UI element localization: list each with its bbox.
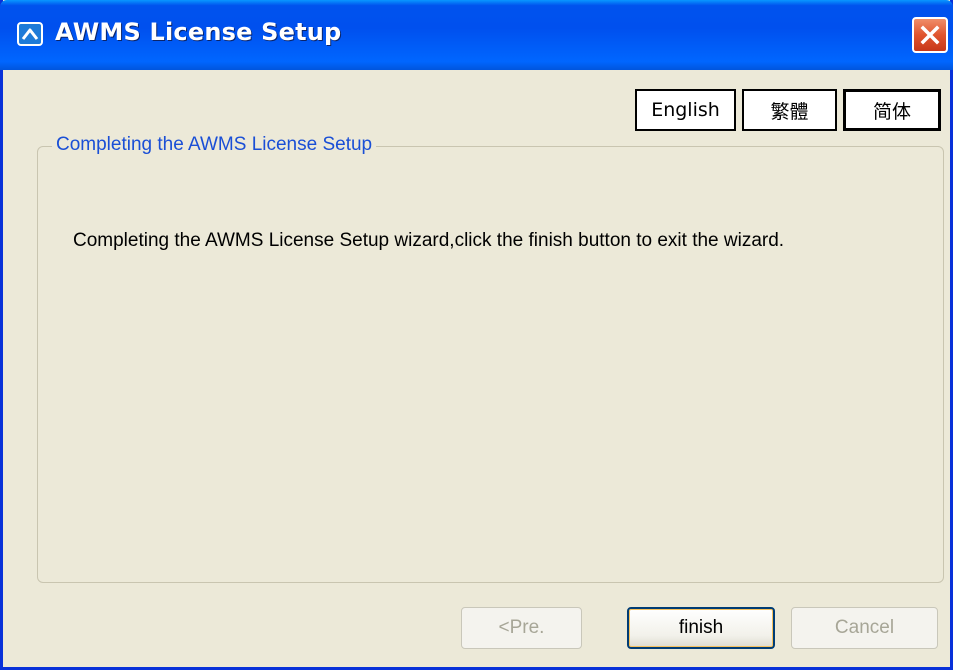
window-title: AWMS License Setup xyxy=(55,18,342,46)
group-legend: Completing the AWMS License Setup xyxy=(52,133,377,157)
app-icon xyxy=(17,22,43,46)
completion-message: Completing the AWMS License Setup wizard… xyxy=(73,230,785,251)
finish-button[interactable]: finish xyxy=(627,607,775,649)
completion-group-box xyxy=(37,146,944,583)
simplified-chinese-language-button[interactable]: 简体 xyxy=(843,89,941,131)
title-bar[interactable]: AWMS License Setup xyxy=(0,0,953,70)
cancel-button[interactable]: Cancel xyxy=(791,607,938,649)
english-language-button[interactable]: English xyxy=(635,89,736,131)
close-icon xyxy=(920,25,940,45)
close-button[interactable] xyxy=(912,17,948,53)
previous-button[interactable]: <Pre. xyxy=(461,607,582,649)
traditional-chinese-language-button[interactable]: 繁體 xyxy=(742,89,837,131)
